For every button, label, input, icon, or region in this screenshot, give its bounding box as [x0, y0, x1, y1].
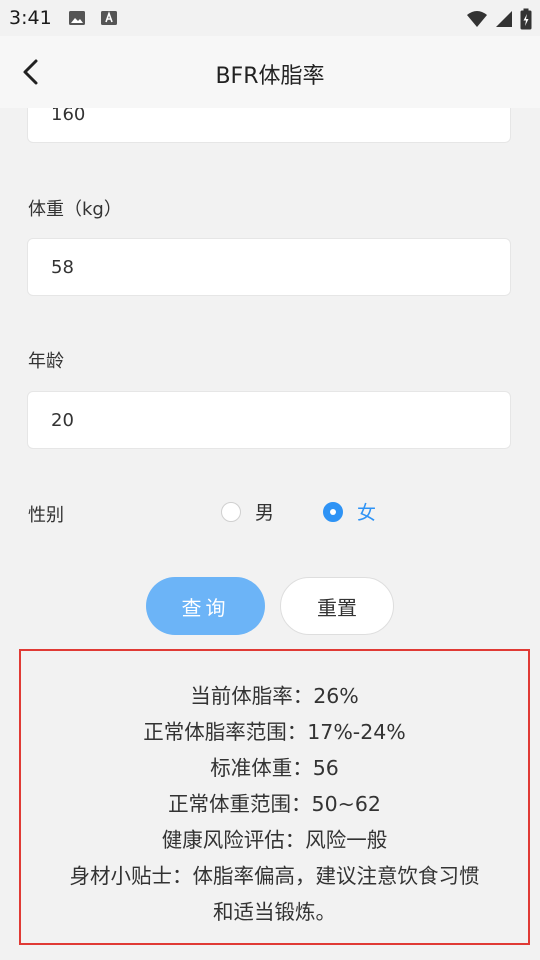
result-current-bfr: 当前体脂率：26%: [190, 684, 359, 708]
age-label: 年龄: [28, 351, 64, 372]
gender-row: 性别 男 女: [0, 498, 540, 528]
gender-female-label: 女: [357, 502, 377, 524]
weight-input[interactable]: 58: [27, 238, 511, 296]
notification-icons: [68, 9, 118, 31]
wifi-icon: [466, 9, 488, 33]
gender-option-female[interactable]: 女: [323, 498, 376, 525]
system-icons: [466, 8, 532, 34]
form-content[interactable]: 160 体重（kg） 58 年龄 20 性别 男 女 查询 重置 当前体脂率：2…: [0, 108, 540, 960]
age-value: 20: [51, 409, 74, 431]
result-normal-weight-range: 正常体重范围：50~62: [168, 792, 381, 816]
gender-male-label: 男: [255, 502, 275, 524]
result-tip-line-1: 身材小贴士：体脂率偏高，建议注意饮食习惯: [69, 864, 480, 888]
age-input[interactable]: 20: [27, 391, 511, 449]
reset-button[interactable]: 重置: [280, 577, 394, 635]
result-panel: 当前体脂率：26% 正常体脂率范围：17%-24% 标准体重：56 正常体重范围…: [19, 649, 530, 945]
height-value: 160: [51, 108, 86, 125]
height-input[interactable]: 160: [27, 108, 511, 143]
status-time: 3:41: [9, 7, 52, 29]
page-title: BFR体脂率: [215, 64, 325, 89]
app-bar: BFR体脂率: [0, 36, 540, 108]
weight-value: 58: [51, 256, 74, 278]
result-normal-bfr-range: 正常体脂率范围：17%-24%: [143, 720, 406, 744]
gender-option-male[interactable]: 男: [221, 498, 274, 525]
gender-label: 性别: [28, 505, 64, 526]
signal-icon: [494, 9, 514, 33]
result-standard-weight: 标准体重：56: [210, 756, 339, 780]
weight-label: 体重（kg）: [28, 199, 122, 220]
radio-male[interactable]: [221, 501, 241, 522]
result-health-risk: 健康风险评估：风险一般: [161, 828, 388, 852]
battery-icon: [520, 8, 532, 34]
font-a-icon: [100, 9, 118, 31]
image-icon: [68, 9, 86, 31]
result-tip-line-2: 和适当锻炼。: [213, 900, 336, 924]
status-bar: 3:41: [0, 0, 540, 36]
query-button[interactable]: 查询: [146, 577, 265, 635]
radio-female[interactable]: [323, 501, 343, 522]
